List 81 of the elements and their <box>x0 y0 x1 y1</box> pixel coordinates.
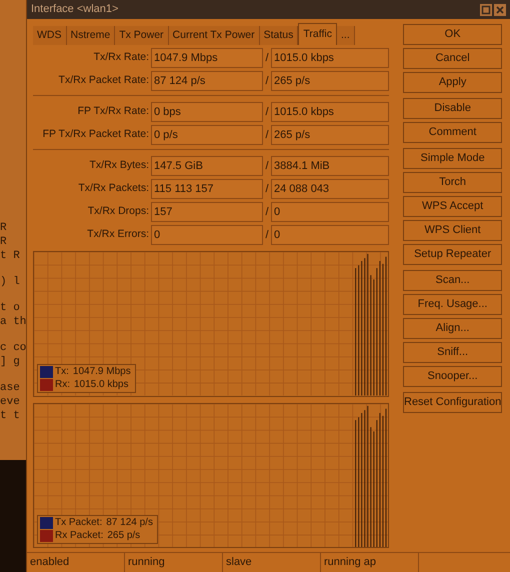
separator-text: / <box>264 128 270 143</box>
window-title: Interface <wlan1> <box>31 2 118 18</box>
tab[interactable]: Status <box>260 26 298 45</box>
separator-text: / <box>264 228 270 243</box>
legend-label: Rx Packet: <box>55 530 104 542</box>
separator-text: / <box>264 104 270 120</box>
value-field: 1015.0 kbps <box>271 48 389 68</box>
action-button[interactable]: Reset Configuration <box>403 392 502 413</box>
action-button[interactable]: Cancel <box>403 48 502 69</box>
value-field: 3884.1 MiB <box>271 156 389 176</box>
terminal-text: c co <box>0 341 26 355</box>
status-cell: slave <box>223 553 321 572</box>
action-button[interactable]: Align... <box>403 318 502 339</box>
value-field: 24 088 043 <box>271 179 389 199</box>
tab[interactable]: ... <box>337 26 355 45</box>
terminal-text: t R <box>0 249 21 263</box>
field-label: Tx/Rx Packets: <box>77 181 150 196</box>
terminal-text: a th <box>0 315 26 329</box>
field-label: FP Tx/Rx Rate: <box>76 104 150 120</box>
legend-label: Tx: <box>55 366 69 378</box>
value-field: 265 p/s <box>271 125 389 145</box>
action-button[interactable]: Simple Mode <box>403 148 502 169</box>
action-button[interactable]: Disable <box>403 98 502 119</box>
tab[interactable]: Current Tx Power <box>168 26 260 45</box>
terminal-text: R <box>0 221 8 235</box>
separator-text: / <box>264 74 270 89</box>
legend-value: 1047.9 Mbps <box>72 366 132 378</box>
value-field: 1047.9 Mbps <box>151 48 263 68</box>
status-cell: running <box>125 553 223 572</box>
value-field: 147.5 GiB <box>151 156 263 176</box>
action-button[interactable]: OK <box>403 24 502 45</box>
tab[interactable]: Tx Power <box>115 26 169 45</box>
status-cell: enabled <box>27 553 125 572</box>
field-label: Tx/Rx Errors: <box>86 227 150 242</box>
legend-value: 1015.0 kbps <box>74 378 130 390</box>
legend-value: 87 124 p/s <box>106 517 154 529</box>
value-field: 157 <box>151 202 263 222</box>
action-button[interactable]: Comment <box>403 122 502 143</box>
legend-label: Tx Packet: <box>55 517 102 529</box>
value-field: 1015.0 kbps <box>271 102 389 122</box>
field-label: Tx/Rx Bytes: <box>88 158 150 174</box>
terminal-text: ) l <box>0 275 21 289</box>
legend-value: 265 p/s <box>107 530 142 542</box>
terminal-text: R <box>0 235 8 249</box>
tab[interactable]: WDS <box>33 26 66 45</box>
action-button[interactable]: WPS Client <box>403 220 502 241</box>
value-field: 0 p/s <box>151 125 263 145</box>
terminal-text: eve <box>0 395 21 409</box>
close-icon[interactable] <box>494 4 506 16</box>
value-field: 115 113 157 <box>151 179 263 199</box>
action-button[interactable]: Setup Repeater <box>403 244 502 265</box>
action-button[interactable]: Scan... <box>403 270 502 291</box>
legend-label: Rx: <box>55 378 70 390</box>
value-field: 0 <box>271 225 389 245</box>
action-button[interactable]: Sniff... <box>403 342 502 363</box>
action-button[interactable]: WPS Accept <box>403 196 502 217</box>
value-field: 87 124 p/s <box>151 71 263 91</box>
value-field: 0 <box>151 225 263 245</box>
field-label: FP Tx/Rx Packet Rate: <box>42 127 150 142</box>
separator-text: / <box>264 182 270 197</box>
action-button[interactable]: Snooper... <box>403 366 502 387</box>
field-label: Tx/Rx Packet Rate: <box>58 73 150 88</box>
status-cell: running ap <box>321 553 419 572</box>
terminal-text: ] g <box>0 355 21 369</box>
tab[interactable]: Traffic <box>298 23 337 45</box>
value-field: 0 bps <box>151 102 263 122</box>
terminal-text: t t <box>0 409 21 423</box>
terminal-text: t o <box>0 301 21 315</box>
separator-text: / <box>264 158 270 174</box>
action-button[interactable]: Torch <box>403 172 502 193</box>
separator-text: / <box>264 204 270 220</box>
terminal-text: ase <box>0 381 21 395</box>
action-button[interactable]: Freq. Usage... <box>403 294 502 315</box>
value-field: 265 p/s <box>271 71 389 91</box>
value-field: 0 <box>271 202 389 222</box>
separator-text: / <box>264 50 270 66</box>
field-label: Tx/Rx Drops: <box>86 204 150 220</box>
tab[interactable]: Nstreme <box>66 26 116 45</box>
maximize-icon[interactable] <box>480 4 492 16</box>
action-button[interactable]: Apply <box>403 72 502 93</box>
field-label: Tx/Rx Rate: <box>92 50 150 66</box>
